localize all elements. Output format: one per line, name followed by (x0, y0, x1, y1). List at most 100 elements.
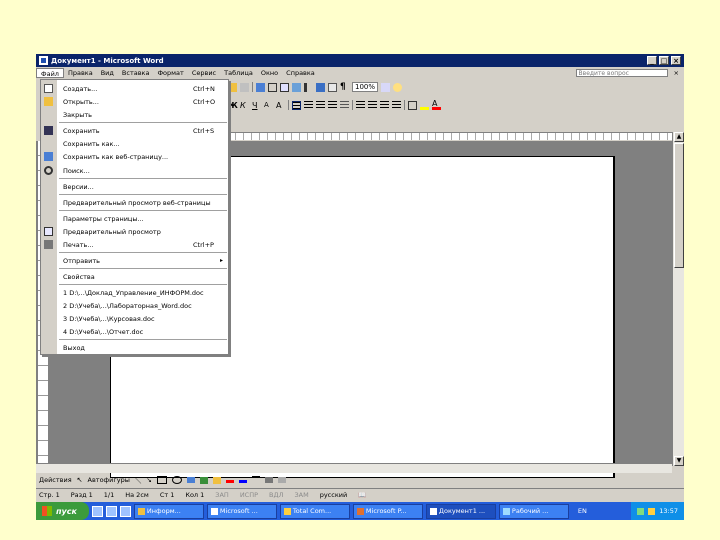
align-center-icon[interactable] (304, 100, 313, 110)
bullets-icon[interactable] (368, 100, 377, 110)
menu-item-save[interactable]: Сохранить Ctrl+S (41, 124, 229, 137)
line-spacing-icon[interactable] (340, 100, 349, 110)
quick-launch-desktop-icon[interactable] (105, 505, 117, 517)
increase-indent-icon[interactable] (392, 100, 401, 110)
status-mode-trk[interactable]: ИСПР (237, 491, 266, 499)
menu-table[interactable]: Таблица (220, 68, 257, 78)
menu-item-print-preview[interactable]: Предварительный просмотр (41, 225, 229, 238)
close-button[interactable]: × (671, 56, 681, 65)
menu-tools[interactable]: Сервис (188, 68, 220, 78)
menu-item-close[interactable]: Закрыть (41, 108, 229, 121)
underline-icon[interactable]: Ч (252, 101, 261, 110)
select-arrow-icon[interactable]: ↖ (77, 476, 83, 484)
numbering-icon[interactable] (356, 100, 365, 110)
spelling-book-icon[interactable]: 📖 (355, 491, 374, 499)
document-map-icon[interactable] (328, 82, 337, 92)
font-color-icon[interactable]: A (432, 99, 441, 110)
menu-item-recent-2[interactable]: 2 D:\Учеба\...\Лабораторная_Word.doc (41, 299, 229, 312)
menu-window[interactable]: Окно (257, 68, 282, 78)
close-document-button[interactable]: × (674, 69, 679, 77)
oval-icon[interactable] (171, 476, 182, 484)
menu-item-save-as-web[interactable]: Сохранить как веб-страницу... (41, 150, 229, 163)
line-style-icon[interactable] (251, 476, 260, 484)
menu-item-new[interactable]: Создать... Ctrl+N (41, 82, 229, 95)
menu-help[interactable]: Справка (282, 68, 319, 78)
menu-item-recent-3[interactable]: 3 D:\Учеба\...\Курсовая.doc (41, 312, 229, 325)
tables-borders-icon[interactable] (268, 82, 277, 92)
clipart-icon[interactable] (212, 476, 221, 484)
shadow-icon[interactable] (264, 477, 273, 483)
status-mode-ext[interactable]: ВДЛ (266, 491, 291, 499)
taskbar-item-desktop[interactable]: Рабочий ... (498, 503, 569, 519)
keyboard-language[interactable]: EN (578, 507, 587, 515)
menu-item-recent-1[interactable]: 1 D:\...\Доклад_Управление_ИНФОРМ.doc (41, 286, 229, 299)
3d-icon[interactable] (277, 477, 286, 483)
help-search-input[interactable]: Введите вопрос (575, 68, 668, 77)
menu-item-recent-4[interactable]: 4 D:\Учеба\...\Отчет.doc (41, 325, 229, 338)
taskbar-item-folder[interactable]: Информ... (133, 503, 204, 519)
undo-icon[interactable] (228, 82, 237, 92)
grow-font-icon[interactable]: A (264, 101, 273, 110)
taskbar-item-powerpoint[interactable]: Microsoft P... (352, 503, 423, 519)
fill-color-icon[interactable] (238, 477, 247, 483)
maximize-button[interactable]: □ (659, 56, 669, 65)
status-mode-ovr[interactable]: ЗАМ (291, 491, 316, 499)
menu-item-open[interactable]: Открыть... Ctrl+O (41, 95, 229, 108)
menu-view[interactable]: Вид (97, 68, 118, 78)
line-icon[interactable]: ＼ (135, 475, 142, 485)
menu-insert[interactable]: Вставка (118, 68, 154, 78)
show-formatting-icon[interactable]: ¶ (340, 82, 349, 92)
menu-item-print[interactable]: Печать... Ctrl+P (41, 238, 229, 251)
shrink-font-icon[interactable]: A (276, 101, 285, 110)
status-mode-rec[interactable]: ЗАП (212, 491, 237, 499)
scroll-down-arrow-icon[interactable]: ▼ (674, 456, 684, 466)
menu-item-versions[interactable]: Версии... (41, 180, 229, 193)
arrow-icon[interactable]: ↘ (146, 476, 151, 484)
menu-item-properties[interactable]: Свойства (41, 270, 229, 283)
horizontal-ruler[interactable] (228, 132, 672, 140)
rectangle-icon[interactable] (156, 476, 167, 484)
taskbar-item-document1[interactable]: Документ1 ... (425, 503, 496, 519)
menu-item-page-setup[interactable]: Параметры страницы... (41, 212, 229, 225)
wordart-icon[interactable] (199, 476, 208, 484)
quick-launch-media-icon[interactable] (119, 505, 131, 517)
menu-item-exit[interactable]: Выход (41, 341, 229, 354)
scroll-thumb[interactable] (674, 143, 684, 268)
vertical-scrollbar[interactable]: ▲ ▼ (672, 132, 684, 466)
start-button[interactable]: пуск (36, 502, 89, 520)
align-right-icon[interactable] (316, 100, 325, 110)
italic-icon[interactable]: К (240, 101, 249, 110)
menu-item-search[interactable]: Поиск... (41, 164, 229, 177)
hyperlink-icon[interactable] (256, 82, 265, 92)
network-icon[interactable] (637, 507, 645, 515)
align-left-icon[interactable] (292, 100, 301, 110)
menu-item-send[interactable]: Отправить ▸ (41, 254, 229, 267)
clock[interactable]: 13:57 (659, 507, 678, 515)
menu-item-web-preview[interactable]: Предварительный просмотр веб-страницы (41, 196, 229, 209)
quick-launch-ie-icon[interactable] (91, 505, 103, 517)
draw-actions-menu[interactable]: Действия (39, 476, 72, 484)
drawing-icon[interactable] (316, 82, 325, 92)
insert-table-icon[interactable] (280, 82, 289, 92)
highlight-icon[interactable] (420, 101, 429, 110)
justify-icon[interactable] (328, 100, 337, 110)
scroll-up-arrow-icon[interactable]: ▲ (674, 132, 684, 142)
autoshapes-menu[interactable]: Автофигуры (88, 476, 130, 484)
menu-file[interactable]: Файл (36, 67, 64, 78)
redo-icon[interactable] (240, 82, 249, 92)
minimize-button[interactable]: _ (647, 56, 657, 65)
read-icon[interactable] (381, 82, 391, 92)
word-app-icon[interactable] (39, 56, 48, 65)
volume-icon[interactable] (648, 507, 656, 515)
zoom-select[interactable]: 100% (352, 82, 379, 92)
horizontal-scrollbar[interactable] (36, 463, 672, 473)
bold-icon[interactable]: Ж (228, 101, 238, 110)
line-color-icon[interactable] (225, 477, 234, 483)
textbox-icon[interactable] (186, 477, 195, 483)
menu-item-save-as[interactable]: Сохранить как... (41, 137, 229, 150)
help-icon[interactable] (393, 82, 403, 92)
border-icon[interactable] (408, 100, 417, 110)
columns-icon[interactable] (304, 82, 313, 92)
decrease-indent-icon[interactable] (380, 100, 389, 110)
menu-edit[interactable]: Правка (64, 68, 97, 78)
